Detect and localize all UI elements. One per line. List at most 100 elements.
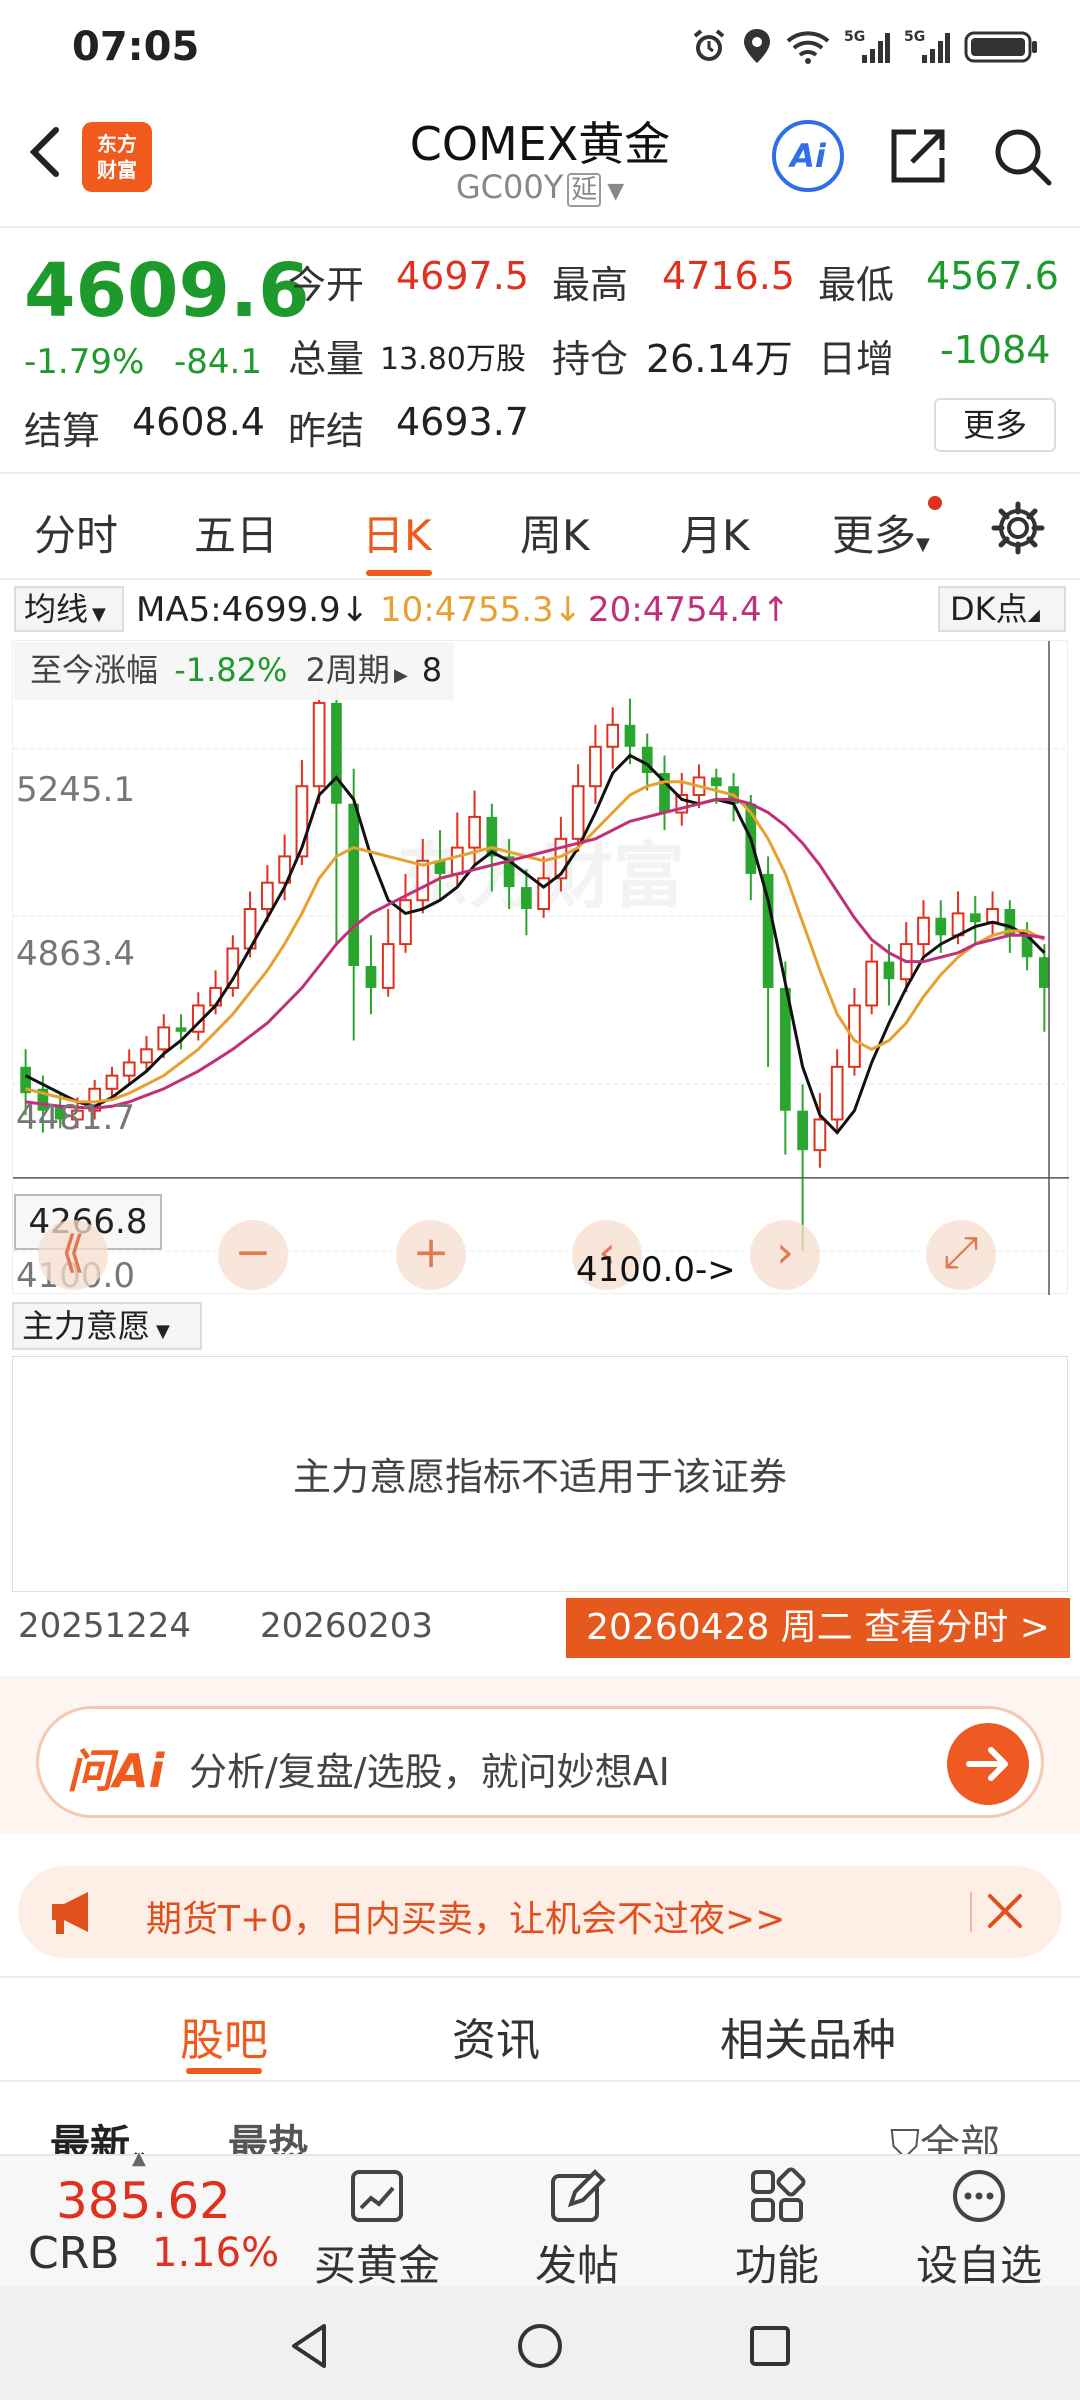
buy-gold-button[interactable]: 买黄金 [302, 2166, 452, 2293]
wifi-icon [786, 26, 830, 66]
filter-icon: ⛉ [890, 2122, 920, 2154]
ai-placeholder: 分析/复盘/选股，就问妙想AI [189, 1750, 670, 1794]
dk-label: DK点 [950, 590, 1028, 628]
gear-icon[interactable] [990, 500, 1046, 556]
add-watchlist-button[interactable]: 设自选 [904, 2166, 1054, 2293]
prev-settle-label: 昨结 [288, 409, 365, 453]
share-icon[interactable] [886, 124, 950, 188]
candle-body [606, 723, 620, 748]
svg-text:5G: 5G [904, 29, 925, 45]
system-nav-bar [0, 2286, 1080, 2400]
position-value: 26.14万 [646, 337, 793, 381]
high-label: 最高 [552, 263, 629, 307]
battery-icon [964, 26, 1040, 66]
promo-banner[interactable]: 期货T+0，日内买卖，让机会不过夜>> [18, 1866, 1062, 1958]
minimum-marker: 4100.0-> [576, 1250, 736, 1290]
caret-down-icon: ▼ [92, 604, 106, 625]
post-button[interactable]: 发帖 [502, 2166, 652, 2293]
divider [970, 1892, 972, 1932]
indicator2-message: 主力意愿指标不适用于该证券 [292, 1455, 787, 1499]
indicator2-select[interactable]: 主力意愿 ▼ [12, 1302, 202, 1350]
y-axis-label: 5245.1 [16, 770, 135, 810]
candle-body [865, 960, 879, 1007]
ma5-value: MA5:4699.9↓ [136, 590, 370, 630]
filter-all[interactable]: ⛉全部 [890, 2112, 1000, 2154]
period-label: 2周期 [305, 651, 390, 689]
change-value: -1.82% [174, 651, 288, 689]
5g-signal-icon: 5G [844, 26, 890, 66]
candle-body [348, 803, 360, 966]
indicator-select-label: 均线 [24, 590, 89, 628]
sort-tabs: 最新⌄ 最热 ⛉全部 [0, 2084, 1080, 2154]
change-amount: -84.1 [174, 342, 262, 382]
daily-increase-label: 日增 [818, 337, 895, 381]
tab-weekly-k[interactable]: 周K [520, 502, 590, 563]
tab-more[interactable]: 更多▼ [832, 502, 930, 563]
nav-back-icon[interactable] [280, 2316, 340, 2376]
crb-percent[interactable]: 1.16% [152, 2230, 279, 2276]
y-axis-label: 4863.4 [16, 934, 135, 974]
active-tab-indicator [366, 570, 432, 576]
candle-body [450, 846, 464, 875]
more-circle-icon [949, 2166, 1009, 2226]
search-icon[interactable] [990, 124, 1054, 188]
candle-body [175, 1027, 187, 1032]
dk-point-button[interactable]: DK点◢ [938, 586, 1066, 632]
hidden-suffix: 8 [421, 651, 443, 689]
tab-news[interactable]: 资讯 [452, 2004, 540, 2068]
candle-body [226, 947, 240, 989]
open-value: 4697.5 [396, 254, 529, 298]
sort-hot[interactable]: 最热 [228, 2112, 308, 2154]
candle-body [1039, 957, 1050, 988]
delay-badge: 延 [567, 173, 602, 207]
indicator-select[interactable]: 均线 ▼ [14, 586, 124, 632]
ai-logo: 问Ai [67, 1744, 165, 1798]
zoom-out-icon[interactable]: − [218, 1220, 288, 1290]
kline-svg[interactable]: 东方财富 [13, 641, 1069, 1295]
crb-value[interactable]: 385.62 [56, 2172, 231, 2230]
volume-label: 总量 [288, 337, 365, 381]
ai-search-bar[interactable]: 问Ai 分析/复盘/选股，就问妙想AI [36, 1706, 1044, 1818]
zoom-in-icon[interactable]: + [396, 1220, 466, 1290]
candle-body [986, 908, 999, 924]
add-watchlist-label: 设自选 [915, 2241, 1042, 2290]
tab-related[interactable]: 相关品种 [720, 2004, 896, 2068]
expand-icon[interactable]: ⤢ [926, 1220, 996, 1290]
ma-line-ma5 [24, 753, 1046, 1135]
status-icons: 5G 5G [690, 26, 1040, 66]
status-time: 07:05 [72, 24, 200, 70]
title-bar: 东方 财富 COMEX黄金 GC00Y 延 ▼ Ai [0, 100, 1080, 222]
chart-box-icon [347, 2166, 407, 2226]
candle-body [571, 785, 585, 840]
buy-gold-label: 买黄金 [313, 2241, 440, 2290]
edit-icon [547, 2166, 607, 2226]
nav-recents-icon[interactable] [740, 2316, 800, 2376]
candle-body [521, 887, 532, 909]
tab-forum[interactable]: 股吧 [180, 2004, 268, 2068]
caret-down-icon: ▼ [156, 1321, 170, 1342]
tab-five-day[interactable]: 五日 [194, 502, 278, 563]
functions-button[interactable]: 功能 [702, 2166, 852, 2293]
content-tabs: 股吧 资讯 相关品种 [0, 1976, 1080, 2082]
active-tab-indicator [186, 2068, 262, 2074]
kline-chart[interactable]: 东方财富 [12, 640, 1069, 1295]
tab-intraday[interactable]: 分时 [34, 502, 118, 563]
close-icon[interactable] [980, 1886, 1030, 1936]
scroll-start-icon[interactable]: ⟪ [38, 1220, 108, 1290]
view-intraday-button[interactable]: 20260428 周二 查看分时 > [566, 1598, 1070, 1658]
sort-latest-label: 最新 [50, 2122, 130, 2154]
nav-home-icon[interactable] [510, 2316, 570, 2376]
tab-daily-k[interactable]: 日K [362, 502, 432, 563]
chevron-down-icon: ▼ [607, 179, 625, 204]
notification-dot [928, 496, 942, 510]
arrow-right-icon[interactable] [947, 1723, 1029, 1805]
high-value: 4716.5 [662, 254, 795, 298]
change-since-box: 至今涨幅 -1.82% 2周期 ▶ 8 [14, 642, 454, 700]
ai-button[interactable]: Ai [772, 120, 844, 192]
candle-body [589, 745, 602, 788]
scroll-right-icon[interactable]: › [750, 1220, 820, 1290]
crb-name[interactable]: CRB [28, 2228, 119, 2279]
tab-monthly-k[interactable]: 月K [680, 502, 750, 563]
location-icon [742, 26, 772, 66]
more-button[interactable]: 更多 [934, 398, 1056, 452]
